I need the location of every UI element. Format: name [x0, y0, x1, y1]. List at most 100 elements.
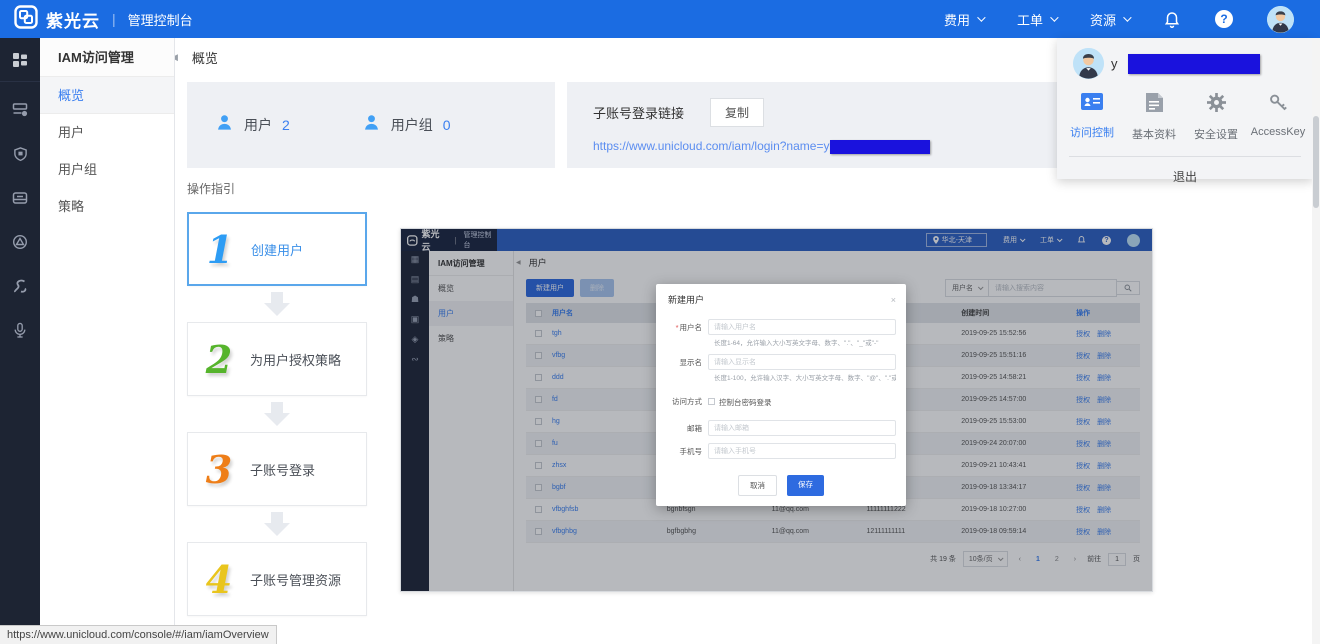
mini-close-icon: ×: [891, 295, 896, 305]
stats-card: 用户 2 用户组 0: [187, 82, 555, 168]
step-3-number: 3: [188, 447, 250, 492]
user-group-icon: [362, 113, 381, 137]
guide-step-2[interactable]: 2 为用户授权策略: [187, 322, 367, 396]
brand-name: 紫光云: [46, 7, 100, 32]
step-4-number: 4: [188, 557, 250, 602]
guide-title: 操作指引: [187, 180, 235, 197]
logout-button[interactable]: 退出: [1057, 157, 1313, 185]
step-2-label: 为用户授权策略: [250, 350, 341, 369]
redaction-block: [1128, 54, 1260, 74]
nav-billing-label: 费用: [944, 10, 970, 29]
panel-tab-security[interactable]: 安全设置: [1185, 89, 1247, 142]
scrollbar-thumb[interactable]: [1313, 116, 1319, 208]
sidebar-item-users[interactable]: 用户: [40, 114, 174, 151]
panel-username: y: [1111, 56, 1118, 71]
chevron-down-icon: [1050, 13, 1058, 21]
network-globe-icon[interactable]: [0, 220, 40, 264]
security-shield-icon[interactable]: [0, 132, 40, 176]
notification-bell-icon[interactable]: [1163, 10, 1181, 28]
login-link-url: https://www.unicloud.com/iam/login?name=…: [593, 139, 829, 153]
secondary-sidebar-title: IAM访问管理: [40, 38, 174, 77]
stat-users[interactable]: 用户 2: [215, 113, 290, 137]
step-1-label: 创建用户: [251, 240, 303, 259]
guide-step-4[interactable]: 4 子账号管理资源: [187, 542, 367, 616]
sidebar-item-user-groups[interactable]: 用户组: [40, 151, 174, 188]
nav-ticket-label: 工单: [1017, 10, 1043, 29]
mini-access-label: 访问方式: [656, 396, 708, 407]
storage-icon[interactable]: [0, 176, 40, 220]
service-curve-icon[interactable]: [0, 264, 40, 308]
guide-step-1[interactable]: 1 创建用户: [187, 212, 367, 286]
arrow-down-icon: [264, 512, 290, 536]
arrow-down-icon: [264, 292, 290, 316]
sidebar-item-policies[interactable]: 策略: [40, 188, 174, 225]
id-card-icon: [1081, 93, 1103, 115]
nav-resource[interactable]: 资源: [1090, 10, 1129, 29]
panel-tab-access-label: 访问控制: [1070, 124, 1114, 140]
panel-tab-access-control[interactable]: 访问控制: [1061, 89, 1123, 142]
mini-access-checkbox: [708, 398, 715, 405]
mini-display-input: [708, 354, 896, 370]
copy-button[interactable]: 复制: [710, 98, 764, 127]
panel-tab-security-label: 安全设置: [1194, 126, 1238, 142]
panel-tab-basic-info[interactable]: 基本资料: [1123, 89, 1185, 142]
stat-user-groups[interactable]: 用户组 0: [362, 113, 451, 137]
brand[interactable]: 紫光云 | 管理控制台: [0, 5, 193, 34]
gear-icon: [1207, 93, 1226, 117]
page-title: 概览: [192, 48, 218, 67]
top-nav: 费用 工单 资源 ?: [944, 6, 1320, 33]
status-url: https://www.unicloud.com/console/#/iam/i…: [7, 629, 269, 641]
microphone-icon[interactable]: [0, 308, 40, 352]
panel-user-row: y: [1057, 38, 1313, 83]
panel-tab-accesskey-label: AccessKey: [1251, 126, 1305, 138]
step-4-label: 子账号管理资源: [250, 570, 341, 589]
compute-stack-icon[interactable]: [0, 88, 40, 132]
browser-status-bar: https://www.unicloud.com/console/#/iam/i…: [0, 625, 277, 644]
step-2-number: 2: [188, 337, 250, 382]
guide-screenshot: 紫光云 | 管理控制台 华北-天津 费用 工单 ?: [400, 228, 1153, 592]
arrow-down-icon: [264, 402, 290, 426]
nav-billing[interactable]: 费用: [944, 10, 983, 29]
mini-phone-label: 手机号: [656, 446, 708, 457]
stat-users-label: 用户: [244, 115, 272, 135]
mini-username-hint: 长度1-64，允许输入大小写英文字母、数字、"."、"_"或"-": [714, 337, 896, 347]
unicloud-logo-icon: [14, 5, 38, 34]
mini-display-hint: 长度1-100，允许输入汉字、大小写英文字母、数字、"@"、"."或"-": [714, 372, 896, 382]
page-scrollbar[interactable]: [1312, 38, 1320, 644]
top-bar: 紫光云 | 管理控制台 费用 工单 资源 ?: [0, 0, 1320, 38]
help-icon[interactable]: ?: [1215, 10, 1233, 28]
mini-cancel-button: 取消: [738, 475, 777, 496]
mini-dialog-title: 新建用户: [668, 293, 704, 306]
user-icon: [215, 113, 234, 137]
chevron-down-icon: [1123, 13, 1131, 21]
secondary-sidebar: IAM访问管理 概览 用户 用户组 策略: [40, 38, 175, 644]
panel-tabs: 访问控制 基本资料 安全设置 AccessKey: [1057, 83, 1313, 142]
login-link-label: 子账号登录链接: [593, 103, 684, 122]
icon-sidebar: [0, 38, 40, 644]
mini-create-user-dialog: 新建用户 × *用户名 长度1-64，允许输入大小写英文字母、数字、"."、"_…: [656, 284, 906, 506]
stat-users-value: 2: [282, 117, 290, 133]
mini-access-checkbox-label: 控制台密码登录: [719, 398, 772, 407]
nav-ticket[interactable]: 工单: [1017, 10, 1056, 29]
document-icon: [1145, 93, 1163, 117]
panel-tab-accesskey[interactable]: AccessKey: [1247, 89, 1309, 142]
console-label: 管理控制台: [128, 10, 193, 29]
sidebar-item-overview[interactable]: 概览: [40, 77, 174, 114]
chevron-down-icon: [977, 13, 985, 21]
mini-email-label: 邮箱: [656, 423, 708, 434]
key-icon: [1268, 93, 1288, 117]
mini-display-label: 显示名: [656, 357, 708, 368]
mini-phone-input: [708, 443, 896, 459]
user-dropdown-panel: y 访问控制 基本资料 安全设置 AccessKey: [1057, 38, 1313, 179]
guide-step-3[interactable]: 3 子账号登录: [187, 432, 367, 506]
mini-username-label: *用户名: [656, 322, 708, 333]
stat-user-groups-label: 用户组: [391, 115, 433, 135]
brand-divider: |: [112, 11, 116, 27]
panel-avatar: [1073, 48, 1104, 79]
step-1-number: 1: [189, 227, 251, 272]
nav-resource-label: 资源: [1090, 10, 1116, 29]
products-grid-icon[interactable]: [0, 38, 40, 82]
redaction-block: [830, 140, 930, 154]
panel-tab-basic-label: 基本资料: [1132, 126, 1176, 142]
user-avatar[interactable]: [1267, 6, 1294, 33]
